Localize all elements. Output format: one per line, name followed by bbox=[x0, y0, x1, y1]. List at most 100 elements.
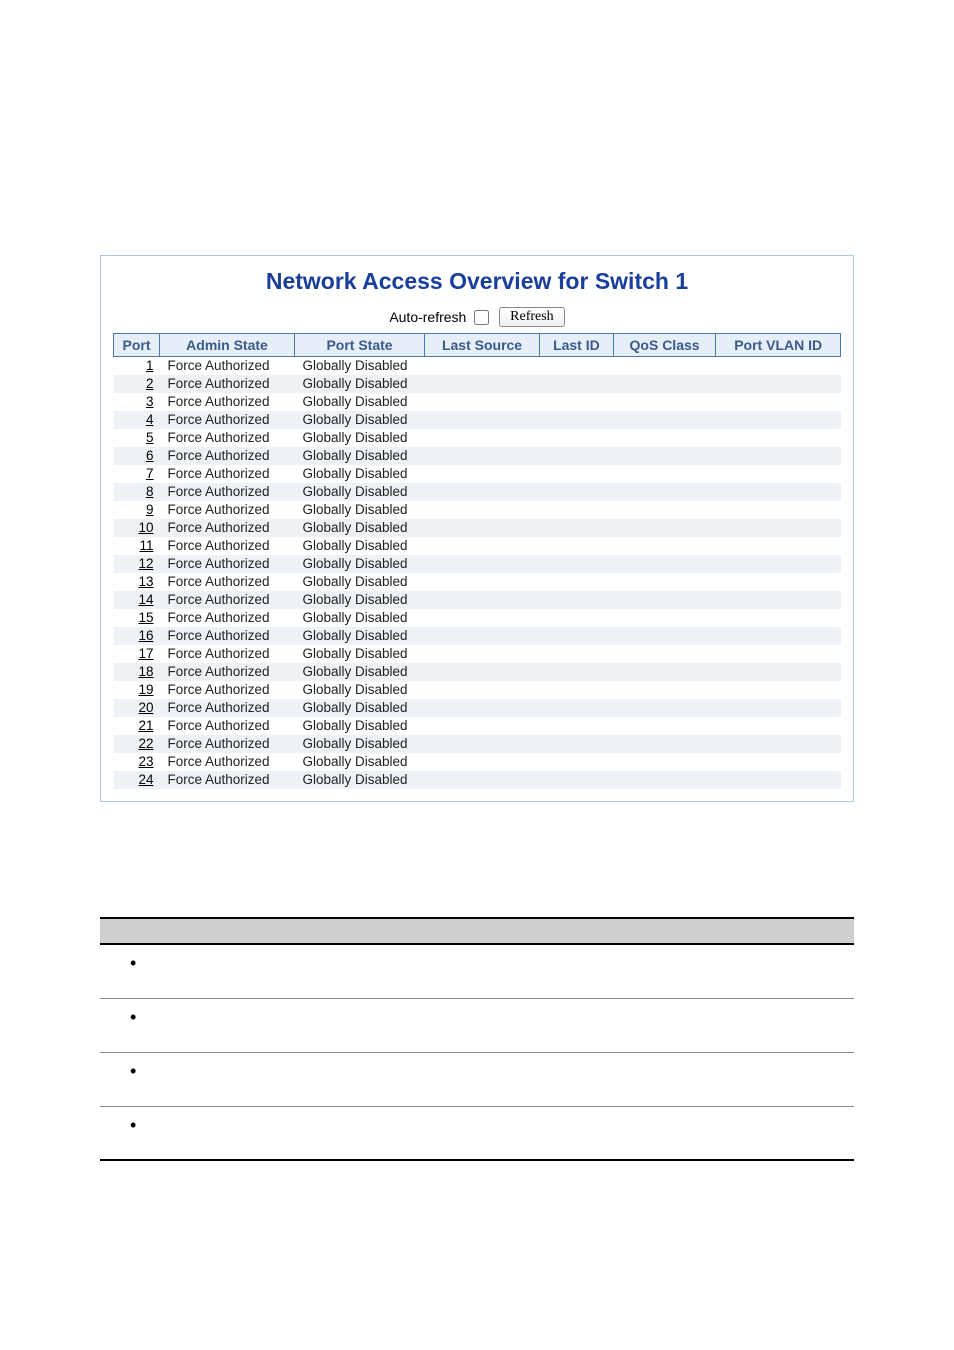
admin-state-cell: Force Authorized bbox=[160, 609, 295, 627]
port-link[interactable]: 2 bbox=[146, 376, 154, 391]
last-source-cell bbox=[425, 663, 540, 681]
port-link[interactable]: 8 bbox=[146, 484, 154, 499]
port-vlan-id-cell bbox=[716, 357, 841, 376]
last-source-cell bbox=[425, 447, 540, 465]
qos-class-cell bbox=[613, 465, 716, 483]
qos-class-cell bbox=[613, 735, 716, 753]
port-state-cell: Globally Disabled bbox=[295, 519, 425, 537]
table-row: 22Force AuthorizedGlobally Disabled bbox=[114, 735, 841, 753]
last-source-cell bbox=[425, 501, 540, 519]
table-row: 16Force AuthorizedGlobally Disabled bbox=[114, 627, 841, 645]
port-cell: 11 bbox=[114, 537, 160, 555]
qos-class-cell bbox=[613, 645, 716, 663]
port-link[interactable]: 3 bbox=[146, 394, 154, 409]
port-link[interactable]: 10 bbox=[138, 520, 153, 535]
port-link[interactable]: 24 bbox=[138, 772, 153, 787]
last-id-cell bbox=[540, 357, 614, 376]
last-source-cell bbox=[425, 537, 540, 555]
last-source-cell bbox=[425, 393, 540, 411]
last-source-cell bbox=[425, 591, 540, 609]
port-link[interactable]: 13 bbox=[138, 574, 153, 589]
last-source-cell bbox=[425, 465, 540, 483]
port-link[interactable]: 20 bbox=[138, 700, 153, 715]
port-link[interactable]: 7 bbox=[146, 466, 154, 481]
port-cell: 23 bbox=[114, 753, 160, 771]
qos-class-cell bbox=[613, 591, 716, 609]
port-link[interactable]: 6 bbox=[146, 448, 154, 463]
last-source-cell bbox=[425, 411, 540, 429]
port-link[interactable]: 4 bbox=[146, 412, 154, 427]
port-link[interactable]: 12 bbox=[138, 556, 153, 571]
last-id-cell bbox=[540, 447, 614, 465]
port-cell: 16 bbox=[114, 627, 160, 645]
port-vlan-id-cell bbox=[716, 573, 841, 591]
lower-value-cell bbox=[260, 998, 854, 1052]
port-link[interactable]: 18 bbox=[138, 664, 153, 679]
lower-value-cell bbox=[260, 944, 854, 998]
port-cell: 22 bbox=[114, 735, 160, 753]
port-link[interactable]: 19 bbox=[138, 682, 153, 697]
port-state-cell: Globally Disabled bbox=[295, 591, 425, 609]
col-last-id: Last ID bbox=[540, 334, 614, 357]
controls-row: Auto-refresh Refresh bbox=[113, 307, 841, 327]
port-state-cell: Globally Disabled bbox=[295, 501, 425, 519]
port-state-cell: Globally Disabled bbox=[295, 411, 425, 429]
admin-state-cell: Force Authorized bbox=[160, 627, 295, 645]
port-vlan-id-cell bbox=[716, 375, 841, 393]
last-source-cell bbox=[425, 555, 540, 573]
table-row: 17Force AuthorizedGlobally Disabled bbox=[114, 645, 841, 663]
port-state-cell: Globally Disabled bbox=[295, 681, 425, 699]
table-row: 20Force AuthorizedGlobally Disabled bbox=[114, 699, 841, 717]
port-cell: 12 bbox=[114, 555, 160, 573]
port-link[interactable]: 16 bbox=[138, 628, 153, 643]
last-id-cell bbox=[540, 393, 614, 411]
port-link[interactable]: 21 bbox=[138, 718, 153, 733]
last-source-cell bbox=[425, 735, 540, 753]
port-cell: 24 bbox=[114, 771, 160, 789]
admin-state-cell: Force Authorized bbox=[160, 573, 295, 591]
port-state-cell: Globally Disabled bbox=[295, 375, 425, 393]
refresh-button[interactable]: Refresh bbox=[499, 307, 565, 327]
port-link[interactable]: 17 bbox=[138, 646, 153, 661]
auto-refresh-checkbox[interactable] bbox=[474, 310, 489, 325]
port-state-cell: Globally Disabled bbox=[295, 717, 425, 735]
admin-state-cell: Force Authorized bbox=[160, 375, 295, 393]
port-vlan-id-cell bbox=[716, 609, 841, 627]
qos-class-cell bbox=[613, 375, 716, 393]
port-link[interactable]: 1 bbox=[146, 358, 154, 373]
port-link[interactable]: 14 bbox=[138, 592, 153, 607]
last-source-cell bbox=[425, 375, 540, 393]
port-state-cell: Globally Disabled bbox=[295, 393, 425, 411]
table-row: 2 Force AuthorizedGlobally Disabled bbox=[114, 375, 841, 393]
port-vlan-id-cell bbox=[716, 393, 841, 411]
last-id-cell bbox=[540, 465, 614, 483]
col-admin-state: Admin State bbox=[160, 334, 295, 357]
last-source-cell bbox=[425, 483, 540, 501]
port-link[interactable]: 5 bbox=[146, 430, 154, 445]
last-id-cell bbox=[540, 537, 614, 555]
last-id-cell bbox=[540, 771, 614, 789]
port-link[interactable]: 11 bbox=[139, 538, 153, 553]
table-row: 23Force AuthorizedGlobally Disabled bbox=[114, 753, 841, 771]
last-id-cell bbox=[540, 519, 614, 537]
table-row: 18Force AuthorizedGlobally Disabled bbox=[114, 663, 841, 681]
admin-state-cell: Force Authorized bbox=[160, 519, 295, 537]
admin-state-cell: Force Authorized bbox=[160, 771, 295, 789]
port-state-cell: Globally Disabled bbox=[295, 483, 425, 501]
port-link[interactable]: 23 bbox=[138, 754, 153, 769]
table-row: 14Force AuthorizedGlobally Disabled bbox=[114, 591, 841, 609]
last-source-cell bbox=[425, 609, 540, 627]
port-cell: 3 bbox=[114, 393, 160, 411]
port-link[interactable]: 22 bbox=[138, 736, 153, 751]
qos-class-cell bbox=[613, 483, 716, 501]
table-row: 6Force AuthorizedGlobally Disabled bbox=[114, 447, 841, 465]
port-link[interactable]: 9 bbox=[146, 502, 154, 517]
port-link[interactable]: 15 bbox=[138, 610, 153, 625]
port-cell: 10 bbox=[114, 519, 160, 537]
table-row: 21Force AuthorizedGlobally Disabled bbox=[114, 717, 841, 735]
admin-state-cell: Force Authorized bbox=[160, 357, 295, 376]
port-cell: 17 bbox=[114, 645, 160, 663]
table-row: 13Force AuthorizedGlobally Disabled bbox=[114, 573, 841, 591]
last-source-cell bbox=[425, 645, 540, 663]
admin-state-cell: Force Authorized bbox=[160, 735, 295, 753]
